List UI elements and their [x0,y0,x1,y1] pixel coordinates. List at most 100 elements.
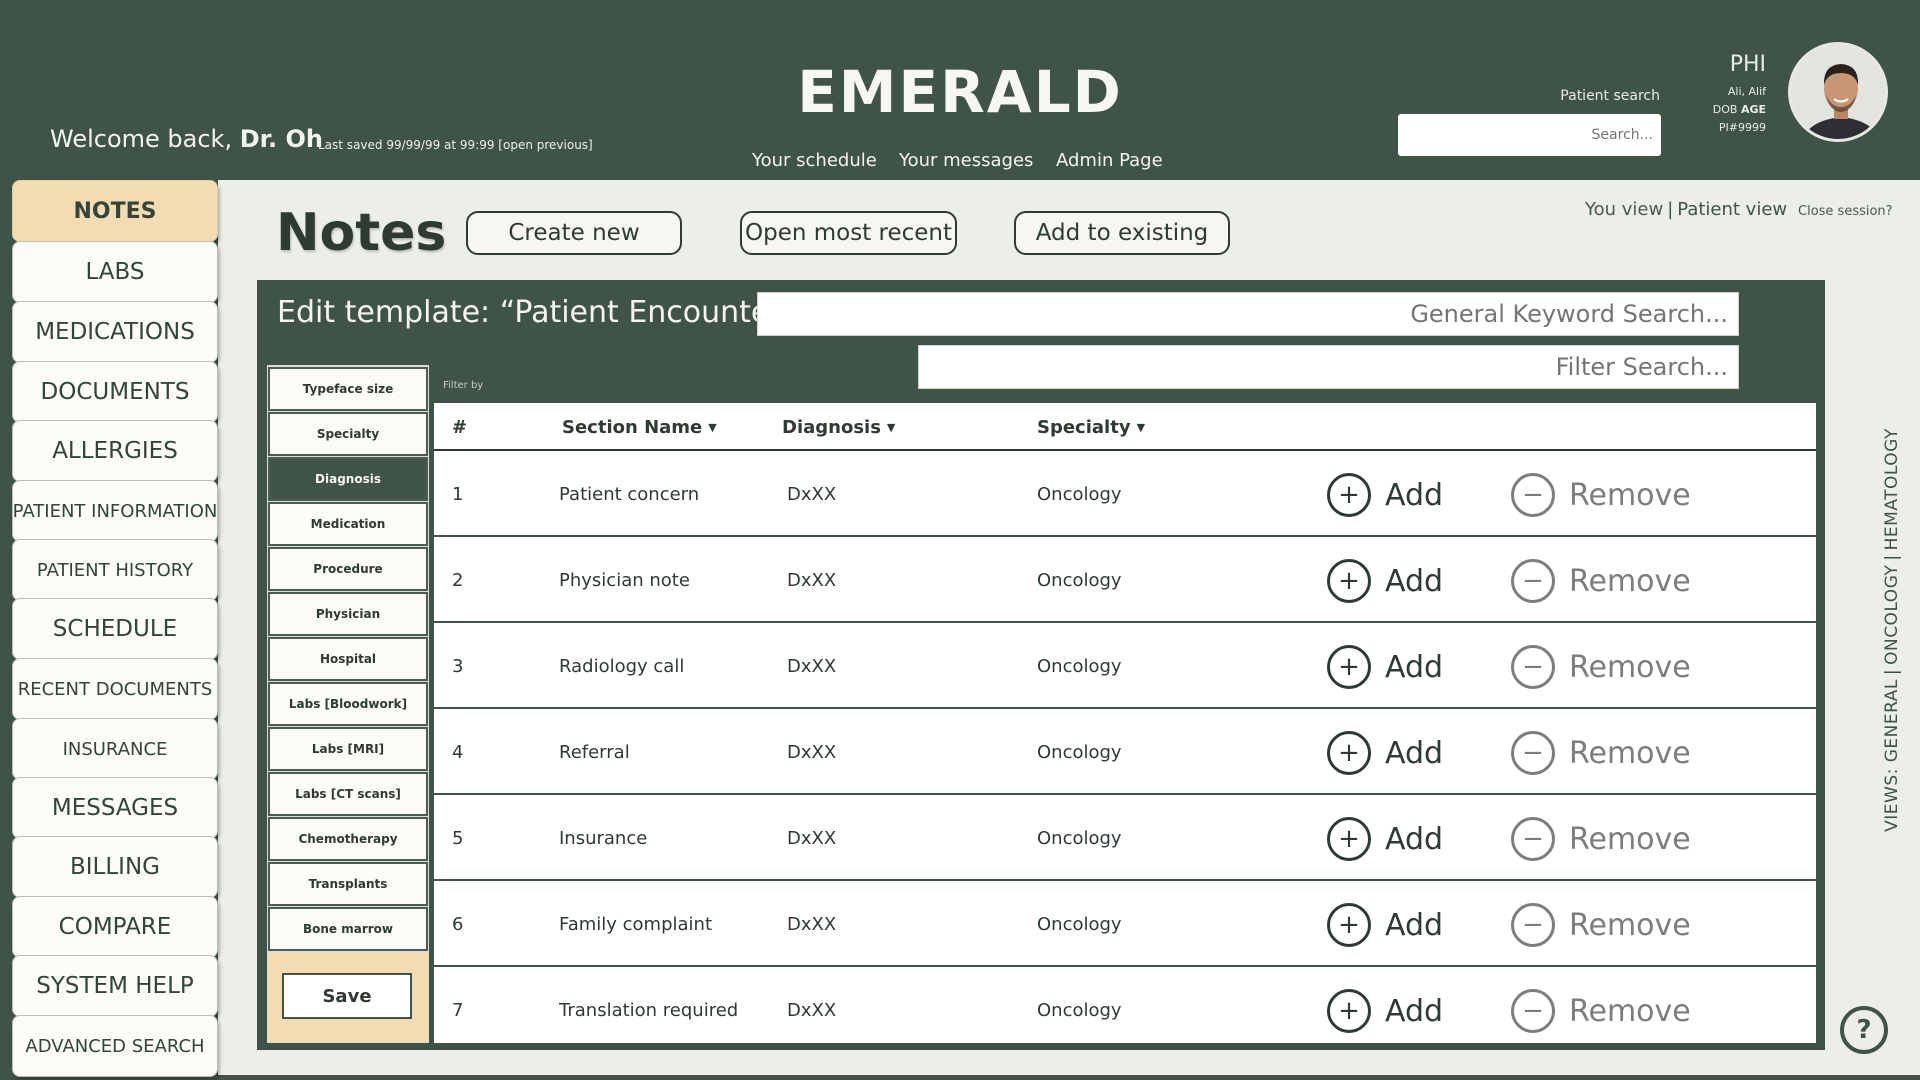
sidebar-item-labs[interactable]: LABS [12,241,218,303]
sidebar-item-compare[interactable]: COMPARE [12,896,218,958]
table-row: 4 Referral DxXX Oncology + Add − Remove [434,709,1816,795]
sidebar-item-advanced-search[interactable]: ADVANCED SEARCH [12,1015,218,1077]
sidebar-item-recent-documents[interactable]: RECENT DOCUMENTS [12,658,218,720]
view-hematology[interactable]: HEMATOLOGY [1882,428,1902,550]
save-button[interactable]: Save [282,973,412,1019]
add-label: Add [1385,993,1444,1029]
open-most-recent-button[interactable]: Open most recent [740,211,957,255]
minus-circle-icon: − [1511,817,1555,861]
row-number: 5 [452,828,464,849]
row-specialty: Oncology [1037,742,1122,763]
filter-specialty[interactable]: Specialty [268,412,428,456]
row-number: 4 [452,742,464,763]
add-button[interactable]: + Add [1327,730,1443,776]
welcome-prefix: Welcome back, [50,125,233,153]
add-button[interactable]: + Add [1327,816,1443,862]
filter-physician[interactable]: Physician [268,592,428,636]
remove-label: Remove [1569,907,1691,943]
filter-search-input[interactable] [918,345,1739,389]
sidebar-item-patient-information[interactable]: PATIENT INFORMATION [12,480,218,542]
remove-button[interactable]: − Remove [1511,558,1691,604]
row-diagnosis: DxXX [787,828,837,849]
table-row: 5 Insurance DxXX Oncology + Add − Remove [434,795,1816,881]
minus-circle-icon: − [1511,903,1555,947]
filter-bone-marrow[interactable]: Bone marrow [268,907,428,951]
add-button[interactable]: + Add [1327,902,1443,948]
patient-dob-age: DOB AGE [1700,101,1766,119]
sidebar: NOTES LABS MEDICATIONS DOCUMENTS ALLERGI… [0,180,220,1080]
table-row: 6 Family complaint DxXX Oncology + Add − R… [434,881,1816,967]
filter-labs-ct-scans[interactable]: Labs [CT scans] [268,772,428,816]
row-section-name: Insurance [559,828,648,849]
filter-chemotherapy[interactable]: Chemotherapy [268,817,428,861]
row-specialty: Oncology [1037,484,1122,505]
filter-diagnosis[interactable]: Diagnosis [268,457,428,501]
patient-name: Ali, Alif [1727,85,1766,98]
sidebar-item-notes[interactable]: NOTES [12,180,218,242]
patient-view-link[interactable]: Patient view [1677,199,1787,220]
add-button[interactable]: + Add [1327,988,1443,1034]
plus-circle-icon: + [1327,817,1371,861]
remove-button[interactable]: − Remove [1511,644,1691,690]
general-keyword-search-input[interactable] [757,292,1739,336]
row-number: 1 [452,484,464,505]
nav-admin-page[interactable]: Admin Page [1056,150,1163,171]
sidebar-item-patient-history[interactable]: PATIENT HISTORY [12,539,218,601]
help-question-icon[interactable]: ? [1840,1006,1888,1054]
row-section-name: Referral [559,742,630,763]
remove-button[interactable]: − Remove [1511,988,1691,1034]
filter-typeface-size[interactable]: Typeface size [268,367,428,411]
column-header-diagnosis[interactable]: Diagnosis ▼ [782,417,895,438]
column-header-specialty[interactable]: Specialty ▼ [1037,417,1145,438]
sidebar-item-allergies[interactable]: ALLERGIES [12,420,218,482]
table-row: 7 Translation required DxXX Oncology + Ad… [434,967,1816,1043]
remove-button[interactable]: − Remove [1511,902,1691,948]
patient-search-input[interactable] [1398,114,1661,156]
avatar[interactable] [1788,42,1888,142]
remove-button[interactable]: − Remove [1511,472,1691,518]
create-new-button[interactable]: Create new [466,211,682,255]
view-toggle: You view | Patient view [1585,199,1787,220]
row-diagnosis: DxXX [787,742,837,763]
add-label: Add [1385,735,1444,771]
row-section-name: Patient concern [559,484,700,505]
filter-procedure[interactable]: Procedure [268,547,428,591]
app-header: Welcome back, Dr. Oh Last saved 99/99/99… [0,0,1920,180]
add-to-existing-button[interactable]: Add to existing [1014,211,1230,255]
column-header-section-name[interactable]: Section Name ▼ [562,417,717,438]
sidebar-item-insurance[interactable]: INSURANCE [12,718,218,780]
add-button[interactable]: + Add [1327,472,1443,518]
plus-circle-icon: + [1327,645,1371,689]
sidebar-item-medications[interactable]: MEDICATIONS [12,301,218,363]
views-prefix: VIEWS: [1882,768,1902,832]
close-session-link[interactable]: Close session? [1798,204,1893,219]
you-view-link[interactable]: You view [1585,199,1663,220]
remove-button[interactable]: − Remove [1511,730,1691,776]
sidebar-item-documents[interactable]: DOCUMENTS [12,361,218,423]
add-label: Add [1385,821,1444,857]
filter-labs-mri[interactable]: Labs [MRI] [268,727,428,771]
add-button[interactable]: + Add [1327,644,1443,690]
sidebar-item-schedule[interactable]: SCHEDULE [12,598,218,660]
remove-label: Remove [1569,993,1691,1029]
app-logo: EMERALD [797,58,1123,126]
filter-transplants[interactable]: Transplants [268,862,428,906]
remove-label: Remove [1569,821,1691,857]
row-number: 6 [452,914,464,935]
sidebar-item-messages[interactable]: MESSAGES [12,777,218,839]
filter-medication[interactable]: Medication [268,502,428,546]
column-header-number: # [452,417,468,438]
table-row: 3 Radiology call DxXX Oncology + Add − Rem… [434,623,1816,709]
sidebar-item-billing[interactable]: BILLING [12,836,218,898]
add-button[interactable]: + Add [1327,558,1443,604]
sidebar-item-system-help[interactable]: SYSTEM HELP [12,955,218,1017]
last-saved-status[interactable]: Last saved 99/99/99 at 99:99 [open previ… [318,138,593,152]
patient-search-label: Patient search [1560,88,1660,104]
view-general[interactable]: GENERAL [1882,679,1902,762]
nav-your-messages[interactable]: Your messages [899,150,1033,171]
filter-hospital[interactable]: Hospital [268,637,428,681]
remove-button[interactable]: − Remove [1511,816,1691,862]
filter-labs-bloodwork[interactable]: Labs [Bloodwork] [268,682,428,726]
view-oncology[interactable]: ONCOLOGY [1882,565,1902,665]
nav-your-schedule[interactable]: Your schedule [752,150,877,171]
